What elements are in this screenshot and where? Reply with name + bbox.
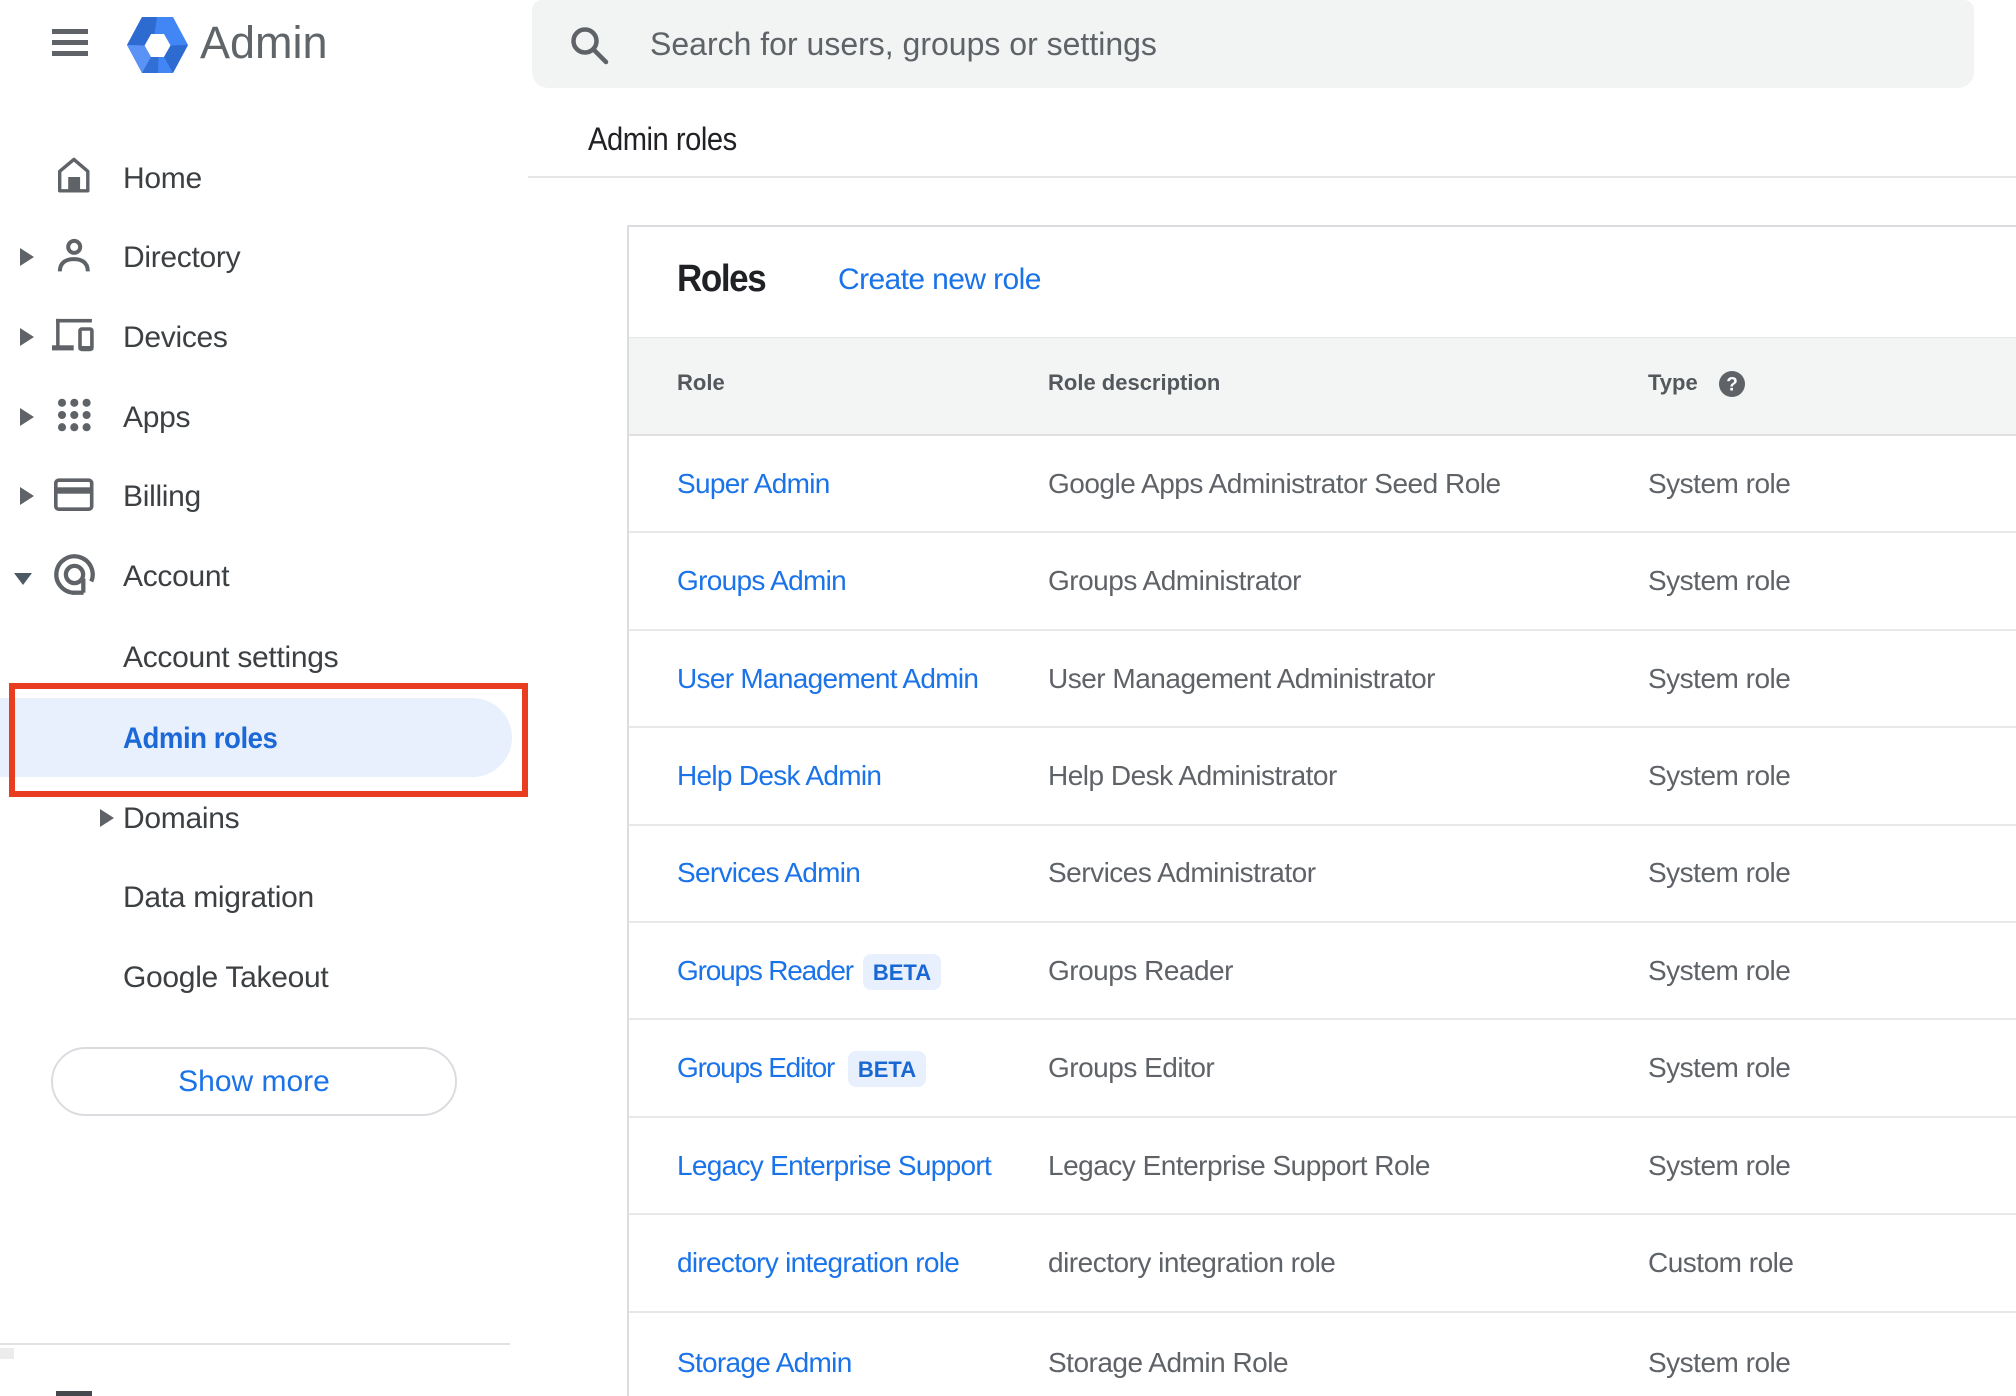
svg-text:?: ? <box>1726 375 1738 396</box>
